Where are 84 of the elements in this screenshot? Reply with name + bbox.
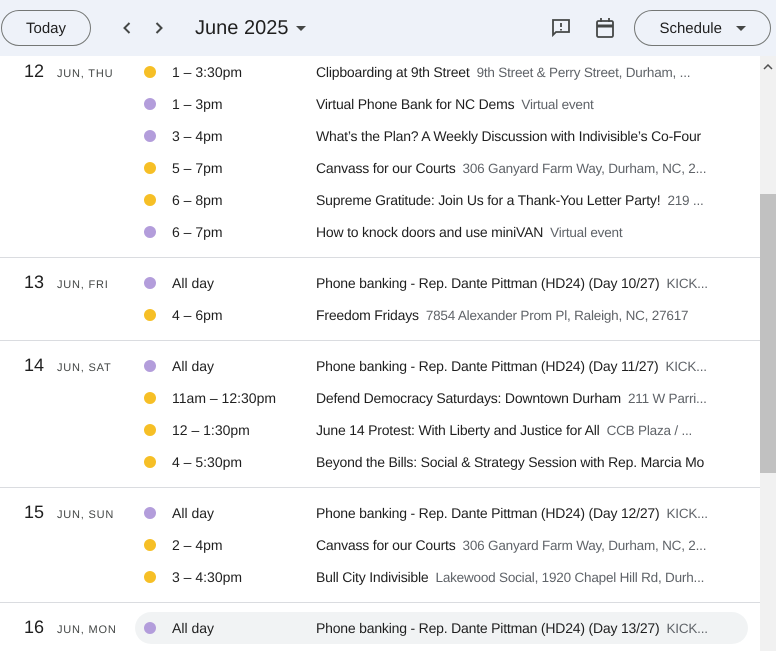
event-title: Phone banking - Rep. Dante Pittman (HD24) (Day 13/27) <box>316 620 660 636</box>
event-row[interactable]: 6 – 8pm Supreme Gratitude: Join Us for a Thank-You Letter Party! 219 ... <box>135 184 748 216</box>
event-title: Beyond the Bills: Social & Strategy Session with Rep. Marcia Mo <box>316 454 704 470</box>
event-time: 11am – 12:30pm <box>171 390 278 406</box>
event-location: Virtual event <box>550 225 622 240</box>
event-row[interactable]: 4 – 5:30pm Beyond the Bills: Social & Strategy Session with Rep. Marcia Mo <box>135 446 748 478</box>
event-location: Virtual event <box>521 97 594 112</box>
event-location: 7854 Alexander Prom Pl, Raleigh, NC, 27617 <box>426 308 688 323</box>
event-row[interactable]: 2 – 4pm Canvass for our Courts 306 Ganyard Farm Way, Durham, NC, 2... <box>135 529 748 561</box>
event-title: Defend Democracy Saturdays: Downtown Durham <box>316 390 621 406</box>
event-title: Bull City Indivisible <box>316 569 429 585</box>
day-label: JUN, THU <box>57 68 114 80</box>
scroll-thumb[interactable] <box>760 194 776 473</box>
scroll-up-icon[interactable] <box>763 64 773 70</box>
event-location: KICK... <box>665 359 707 374</box>
event-time: All day <box>171 620 216 636</box>
event-time: 12 – 1:30pm <box>171 422 251 438</box>
event-time: All day <box>171 505 216 521</box>
day-label: JUN, SUN <box>57 509 114 521</box>
event-title: Canvass for our Courts <box>316 537 456 553</box>
event-row[interactable]: All day Phone banking - Rep. Dante Pittman (HD24) (Day 12/27) KICK... <box>135 497 748 529</box>
event-title: Virtual Phone Bank for NC Dems <box>316 96 514 112</box>
event-title: What’s the Plan? A Weekly Discussion with Indivisible’s Co-Four <box>316 128 702 144</box>
view-dropdown[interactable]: Schedule <box>634 10 771 46</box>
event-row[interactable]: 12 – 1:30pm June 14 Protest: With Liberty and Justice for All CCB Plaza / ... <box>135 414 748 446</box>
event-title: How to knock doors and use miniVAN <box>316 224 544 240</box>
event-location: Lakewood Social, 1920 Chapel Hill Rd, Durh... <box>436 570 704 585</box>
event-time: 1 – 3:30pm <box>171 64 244 80</box>
event-title: Phone banking - Rep. Dante Pittman (HD24) (Day 11/27) <box>316 358 658 374</box>
event-location: 9th Street & Perry Street, Durham, ... <box>476 65 690 80</box>
today-button[interactable]: Today <box>1 10 92 46</box>
event-row[interactable]: 3 – 4:30pm Bull City Indivisible Lakewood Social, 1920 Chapel Hill Rd, Durh... <box>135 561 748 593</box>
event-time: 5 – 7pm <box>171 160 224 176</box>
day-label: JUN, MON <box>57 624 117 636</box>
event-time: 3 – 4pm <box>171 128 224 144</box>
feedback-icon <box>551 18 572 38</box>
day-label: JUN, SAT <box>57 362 112 374</box>
day-number: 16 <box>24 617 46 638</box>
event-title: Phone banking - Rep. Dante Pittman (HD24) (Day 10/27) <box>316 275 660 291</box>
day-number: 14 <box>24 355 46 376</box>
caret-icon <box>296 26 306 30</box>
event-time: 4 – 6pm <box>171 307 224 323</box>
event-time: 3 – 4:30pm <box>171 569 244 585</box>
event-location: 306 Ganyard Farm Way, Durham, NC, 2... <box>462 161 706 176</box>
event-time: 6 – 8pm <box>171 192 224 208</box>
event-location: KICK... <box>666 506 708 521</box>
event-location: 306 Ganyard Farm Way, Durham, NC, 2... <box>462 538 706 553</box>
event-location: KICK... <box>666 276 708 291</box>
event-title: June 14 Protest: With Liberty and Justice for All <box>316 422 600 438</box>
chevron-right-icon <box>155 22 164 34</box>
day-number: 13 <box>24 272 46 293</box>
month-selector[interactable]: June 2025 <box>195 16 306 40</box>
event-time: 2 – 4pm <box>171 537 224 553</box>
day-number: 12 <box>24 61 46 82</box>
event-time: 6 – 7pm <box>171 224 224 240</box>
event-title: Clipboarding at 9th Street <box>316 64 470 80</box>
event-title: Canvass for our Courts <box>316 160 456 176</box>
event-row[interactable]: All day Phone banking - Rep. Dante Pittman (HD24) (Day 11/27) KICK... <box>135 350 748 382</box>
event-title: Supreme Gratitude: Join Us for a Thank-You Letter Party! <box>316 192 660 208</box>
event-title: Freedom Fridays <box>316 307 419 323</box>
event-time: All day <box>171 358 216 374</box>
event-location: 211 W Parri... <box>628 391 707 406</box>
event-row[interactable]: 1 – 3:30pm Clipboarding at 9th Street 9th Street & Perry Street, Durham, ... <box>135 56 748 88</box>
event-time: All day <box>171 275 216 291</box>
chevron-left-icon <box>123 22 132 34</box>
caret-icon <box>736 26 746 30</box>
event-row[interactable]: All day Phone banking - Rep. Dante Pittman (HD24) (Day 10/27) KICK... <box>135 267 748 299</box>
event-location: CCB Plaza / ... <box>606 423 692 438</box>
event-row[interactable]: 4 – 6pm Freedom Fridays 7854 Alexander Prom Pl, Raleigh, NC, 27617 <box>135 299 748 331</box>
event-location: KICK... <box>666 621 708 636</box>
event-row[interactable]: 11am – 12:30pm Defend Democracy Saturdays: Downtown Durham 211 W Parri... <box>135 382 748 414</box>
event-row[interactable]: 5 – 7pm Canvass for our Courts 306 Ganyard Farm Way, Durham, NC, 2... <box>135 152 748 184</box>
calendar-icon <box>596 18 614 38</box>
event-title: Phone banking - Rep. Dante Pittman (HD24) (Day 12/27) <box>316 505 660 521</box>
event-row[interactable]: All day Phone banking - Rep. Dante Pittman (HD24) (Day 13/27) KICK... <box>135 612 748 644</box>
scrollbar[interactable] <box>760 56 776 651</box>
event-time: 1 – 3pm <box>171 96 224 112</box>
event-row[interactable]: 1 – 3pm Virtual Phone Bank for NC Dems Virtual event <box>135 88 748 120</box>
event-location: 219 ... <box>667 193 704 208</box>
day-label: JUN, FRI <box>57 279 109 291</box>
event-row[interactable]: 3 – 4pm What’s the Plan? A Weekly Discussion with Indivisible’s Co-Four <box>135 120 748 152</box>
event-row[interactable]: 6 – 7pm How to knock doors and use miniVAN Virtual event <box>135 216 748 248</box>
day-number: 15 <box>24 502 46 523</box>
event-time: 4 – 5:30pm <box>171 454 244 470</box>
